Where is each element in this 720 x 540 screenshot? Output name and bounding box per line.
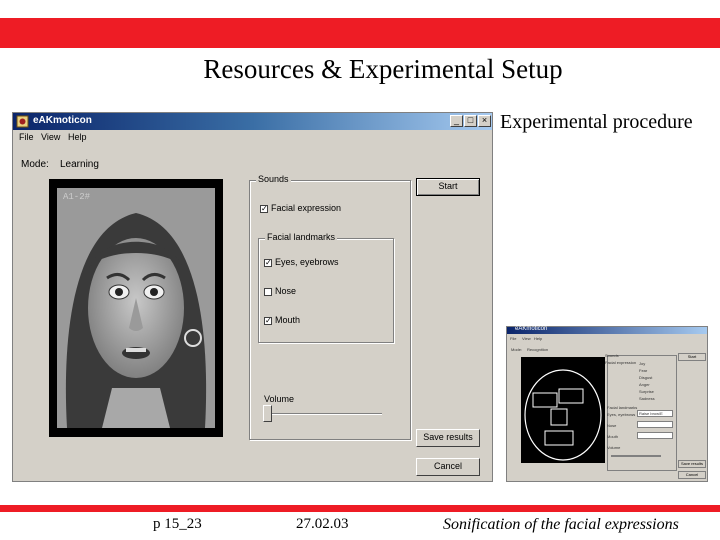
menu-file[interactable]: File [19, 132, 34, 142]
thumb-volume-track [611, 455, 661, 457]
thumb-field-nose-label: Nose [607, 423, 617, 428]
thumb-mode-label: Mode: [511, 347, 523, 352]
thumb-menu-file: File [510, 336, 517, 341]
thumb-field-eyes-label: Eyes, eyebrows [607, 412, 636, 417]
eyes-eyebrows-label: Eyes, eyebrows [275, 257, 339, 267]
thumb-field-mouth-label: Mouth [607, 434, 619, 439]
checkbox-check-icon: ✓ [264, 257, 272, 267]
checkbox-empty-icon [264, 287, 272, 296]
thumb-volume-label: Volume [607, 445, 621, 450]
facial-expression-checkbox[interactable]: ✓ Facial expression [260, 203, 341, 213]
footer-subject: Sonification of the facial expressions [443, 516, 679, 533]
thumb-expr-sadness: Sadness [639, 396, 655, 401]
thumbnail-window: eAKmoticon File View Help Mode: Recognit… [506, 326, 708, 482]
face-diagram-icon [524, 369, 602, 461]
nose-checkbox[interactable]: Nose [264, 286, 296, 296]
thumb-eyes-value: Raise brow/E [639, 411, 663, 416]
app-window: eAKmoticon _ □ × File View Help Mode: Le… [12, 112, 493, 482]
menu-view[interactable]: View [41, 132, 60, 142]
mouth-checkbox[interactable]: ✓ Mouth [264, 315, 300, 325]
mode-value: Learning [60, 159, 99, 170]
thumb-expr-anger: Anger [639, 382, 650, 387]
sounds-group: Sounds ✓ Facial expression Facial landmar… [249, 174, 411, 440]
landmarks-group-title: Facial landmarks [265, 232, 338, 242]
thumb-expr-surprise: Surprise [639, 389, 654, 394]
thumb-save-button: Save results [678, 460, 706, 468]
nose-label: Nose [275, 286, 297, 296]
volume-slider-thumb[interactable] [263, 405, 272, 422]
thumb-mode-value: Recognition [527, 347, 549, 352]
menu-bar: File View Help [13, 130, 492, 144]
window-title: eAKmoticon [33, 115, 92, 126]
thumb-menu-view: View [522, 336, 531, 341]
procedure-caption: Experimental procedure [500, 111, 693, 133]
menu-help[interactable]: Help [68, 132, 87, 142]
close-button[interactable]: × [478, 115, 491, 127]
checkbox-check-icon: ✓ [260, 203, 268, 213]
thumb-sounds-title: Sounds [605, 353, 619, 358]
sounds-group-title: Sounds [256, 174, 291, 184]
thumb-expr-disgust: Disgust [639, 375, 653, 380]
photo-label: A1-2# [63, 192, 91, 202]
thumb-mouth-field [637, 432, 673, 439]
checkbox-check-icon: ✓ [264, 315, 272, 325]
thumb-eyes-field: Raise brow/E [637, 410, 673, 417]
maximize-button[interactable]: □ [464, 115, 477, 127]
mouth-label: Mouth [275, 315, 301, 325]
facial-landmarks-group: Facial landmarks ✓ Eyes, eyebrows Nose ✓ M… [258, 232, 394, 343]
thumbnail-titlebar: eAKmoticon [507, 326, 707, 334]
minimize-button[interactable]: _ [450, 115, 463, 127]
thumb-cancel-button: Cancel [678, 471, 706, 479]
thumb-nose-field [637, 421, 673, 428]
face-photo [57, 188, 215, 428]
cancel-button[interactable]: Cancel [416, 458, 480, 476]
thumbnail-title: eAKmoticon [515, 326, 548, 332]
volume-label: Volume [264, 394, 295, 404]
mode-label: Mode: [21, 159, 49, 170]
bottom-red-bar [0, 505, 720, 512]
face-photo-frame: A1-2# [49, 179, 223, 437]
footer-page-number: p 15_23 [153, 516, 202, 532]
footer-date: 27.02.03 [296, 516, 349, 532]
save-results-button[interactable]: Save results [416, 429, 480, 447]
window-titlebar[interactable]: eAKmoticon _ □ × [13, 113, 492, 130]
thumb-start-button: Start [678, 353, 706, 361]
eyes-eyebrows-checkbox[interactable]: ✓ Eyes, eyebrows [264, 257, 339, 267]
thumb-expr-fear: Fear [639, 368, 648, 373]
slide-title: Resources & Experimental Setup [203, 54, 563, 84]
thumbnail-face-diagram [521, 357, 605, 463]
thumb-landmarks-label: Facial landmarks [607, 405, 638, 410]
volume-slider-track[interactable] [264, 413, 382, 415]
thumb-menu-help: Help [534, 336, 543, 341]
thumb-expression-label: Facial expression [605, 360, 637, 365]
facial-expression-label: Facial expression [271, 203, 342, 213]
thumb-expr-joy: Joy [639, 361, 646, 366]
start-button[interactable]: Start [416, 178, 480, 196]
top-red-bar [0, 18, 720, 48]
app-icon [16, 115, 29, 128]
